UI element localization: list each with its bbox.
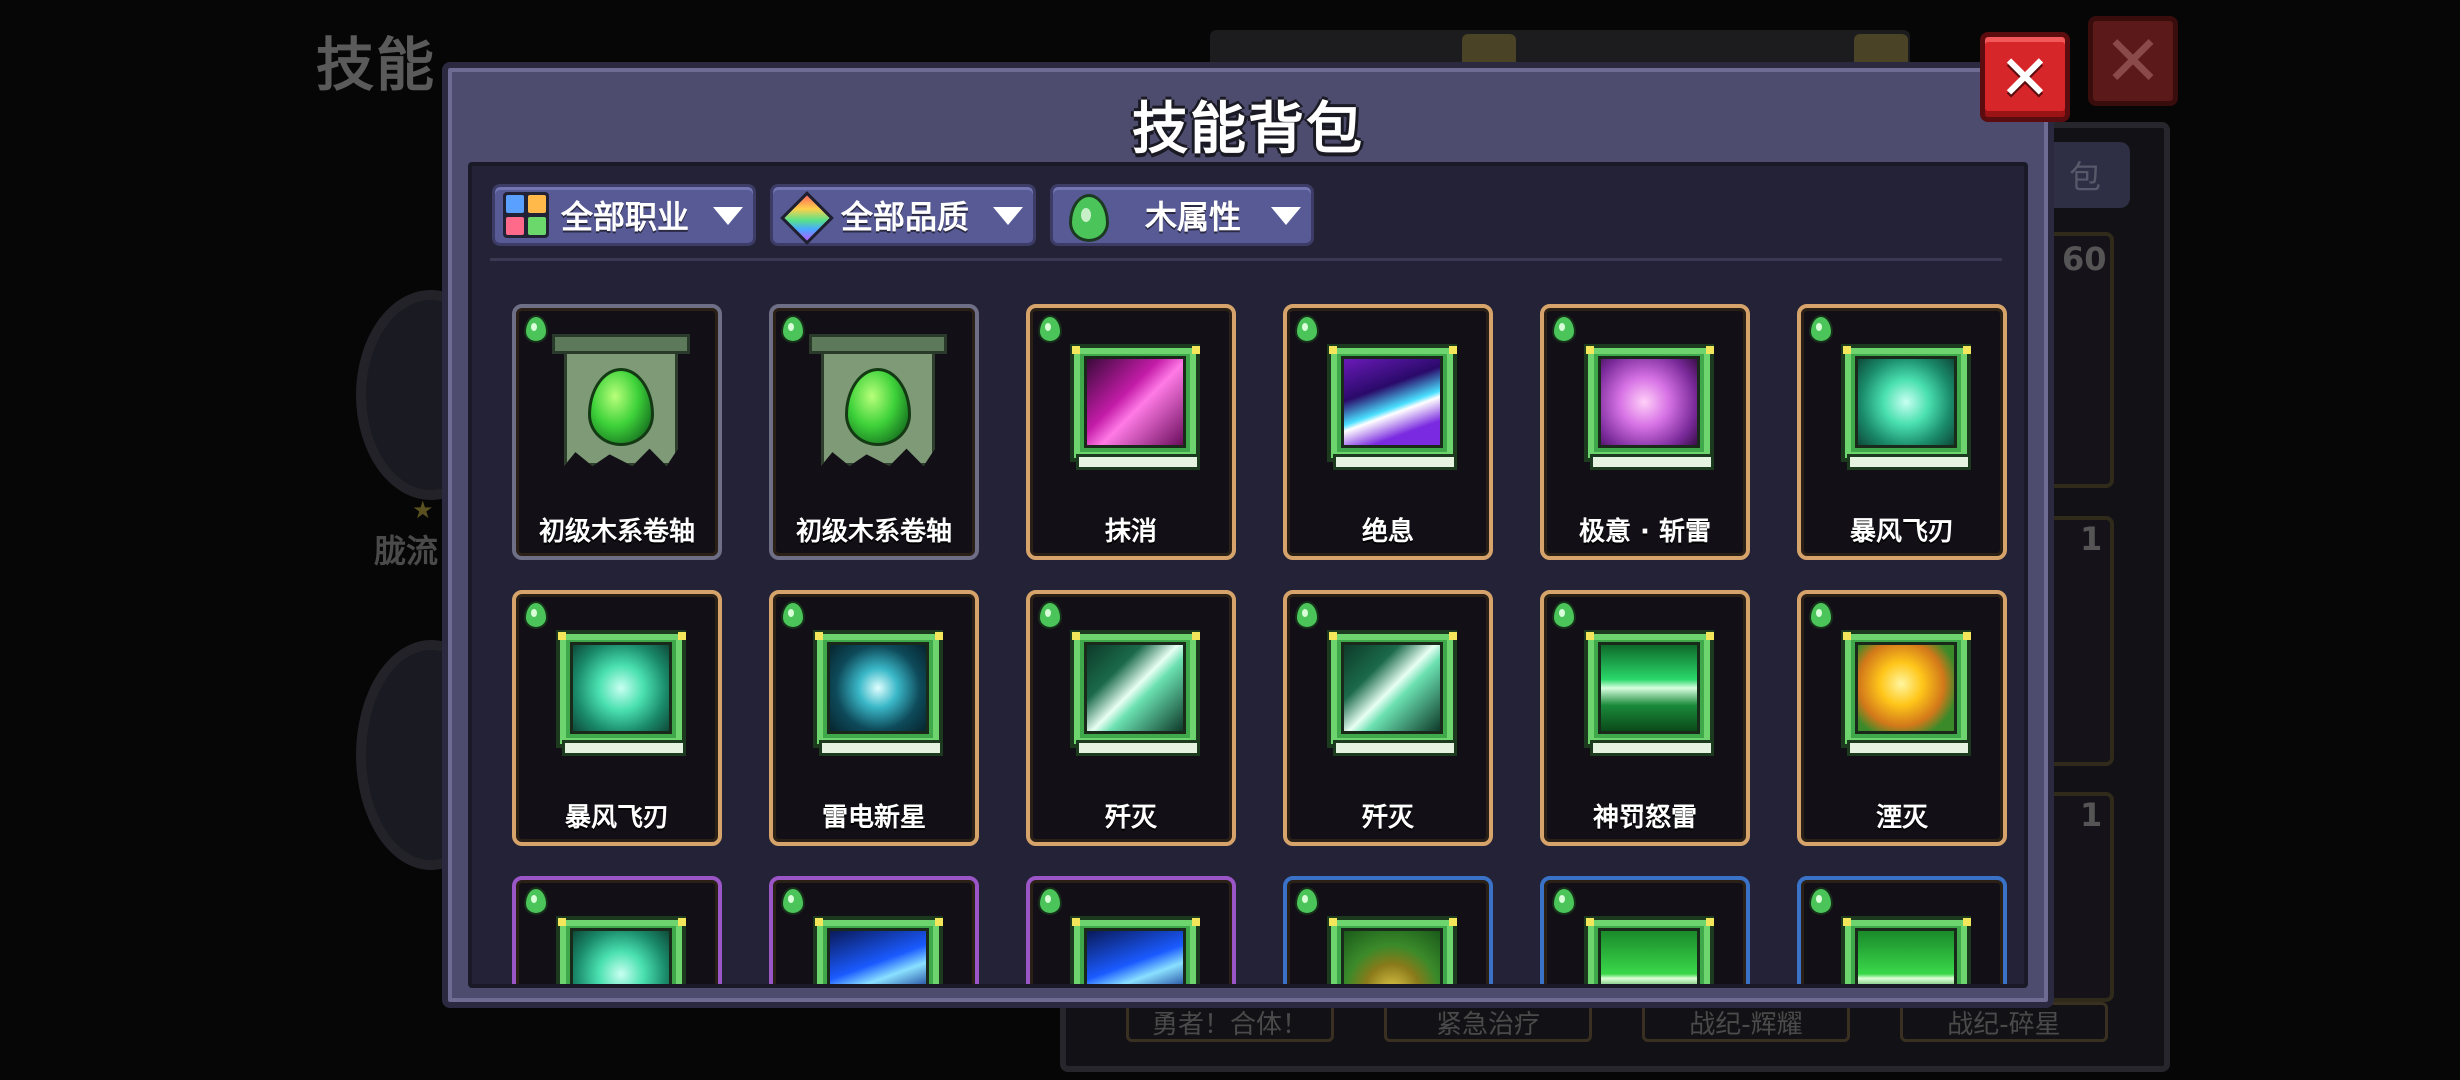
skill-bag-dialog: 技能背包 全部职业 全部品质 木属性 初级木系卷轴 初级木系卷轴 抹消 绝息 极意 · … (442, 62, 2054, 1008)
skill-book-icon (1327, 630, 1457, 758)
skill-card[interactable]: 歼灭 (1026, 590, 1236, 846)
skill-card[interactable]: 极意 · 斩雷 (1540, 304, 1750, 560)
skill-book-icon (556, 630, 686, 758)
skill-card[interactable]: 雷电新星 (769, 590, 979, 846)
chevron-down-icon (993, 207, 1023, 225)
background-count: 60 (2062, 240, 2107, 278)
skill-book-icon (1841, 630, 1971, 758)
skill-book-icon (813, 916, 943, 984)
wood-element-icon (1036, 886, 1062, 915)
skill-name: 歼灭 (1104, 803, 1157, 833)
skill-card[interactable]: 歼灭 (1283, 590, 1493, 846)
class-filter-label: 全部职业 (561, 198, 690, 236)
scroll-icon (809, 334, 947, 484)
skill-card[interactable] (769, 876, 979, 984)
class-grid-icon (503, 192, 549, 238)
wood-element-icon (1293, 314, 1319, 343)
wood-element-icon (522, 600, 548, 629)
skill-book-icon (1841, 344, 1971, 472)
skill-card[interactable]: 抹消 (1026, 304, 1236, 560)
background-skill-label: 紧急治疗 (1384, 1002, 1592, 1042)
skill-name: 暴风飞刃 (564, 803, 669, 833)
wood-element-icon (1061, 190, 1111, 242)
wood-element-icon (1293, 886, 1319, 915)
filter-divider (490, 258, 2002, 261)
skill-name: 湮灭 (1875, 803, 1928, 833)
wood-element-icon (522, 314, 548, 343)
element-filter-dropdown[interactable]: 木属性 (1050, 184, 1314, 246)
skill-book-icon (1584, 630, 1714, 758)
skill-book-icon (1327, 916, 1457, 984)
close-icon: ✕ (1999, 40, 2051, 114)
skill-book-icon (1070, 916, 1200, 984)
quality-filter-label: 全部品质 (841, 198, 970, 236)
skill-name: 歼灭 (1361, 803, 1414, 833)
background-skill-label: 战纪-辉耀 (1642, 1002, 1850, 1042)
wood-element-icon (1807, 886, 1833, 915)
skill-card[interactable] (512, 876, 722, 984)
close-button[interactable]: ✕ (1980, 32, 2070, 122)
skill-book-icon (1070, 344, 1200, 472)
skill-name: 神罚怒雷 (1592, 803, 1697, 833)
background-title: 技能 (316, 31, 437, 99)
dialog-title: 技能背包 (1132, 97, 1364, 162)
wood-element-icon (779, 314, 805, 343)
wood-element-icon (1550, 314, 1576, 343)
wood-element-icon (1036, 314, 1062, 343)
chevron-down-icon (1271, 207, 1301, 225)
wood-element-icon (779, 600, 805, 629)
background-skill-label: 战纪-碎星 (1900, 1002, 2108, 1042)
skill-card[interactable]: 初级木系卷轴 (769, 304, 979, 560)
wood-element-icon (1550, 600, 1576, 629)
wood-element-icon (1293, 600, 1319, 629)
scroll-icon (552, 334, 690, 484)
wood-element-icon (522, 886, 548, 915)
skill-card[interactable] (1283, 876, 1493, 984)
skill-name: 初级木系卷轴 (538, 517, 695, 547)
skill-card[interactable] (1797, 876, 2007, 984)
skill-card[interactable]: 绝息 (1283, 304, 1493, 560)
wood-element-icon (1807, 600, 1833, 629)
skill-book-icon (1841, 916, 1971, 984)
wood-element-icon (1550, 886, 1576, 915)
skill-card[interactable]: 暴风飞刃 (512, 590, 722, 846)
skill-book-icon (813, 630, 943, 758)
skill-name: 抹消 (1104, 517, 1157, 547)
skill-name: 极意 · 斩雷 (1579, 517, 1711, 547)
skill-name: 绝息 (1361, 517, 1414, 547)
background-character-name: 胧流 (374, 532, 439, 570)
quality-filter-dropdown[interactable]: 全部品质 (770, 184, 1036, 246)
chevron-down-icon (713, 207, 743, 225)
quality-diamond-icon (779, 190, 829, 240)
skill-bag-content[interactable]: 全部职业 全部品质 木属性 初级木系卷轴 初级木系卷轴 抹消 绝息 极意 · 斩雷 暴风飞… (468, 162, 2028, 988)
wood-element-icon (779, 886, 805, 915)
background-star-icon: ★ (412, 496, 434, 524)
skill-card[interactable] (1540, 876, 1750, 984)
skill-book-icon (1584, 916, 1714, 984)
skill-card[interactable]: 暴风飞刃 (1797, 304, 2007, 560)
wood-element-icon (1036, 600, 1062, 629)
background-count: 1 (2080, 520, 2103, 558)
skill-name: 雷电新星 (821, 803, 926, 833)
skill-name: 初级木系卷轴 (795, 517, 952, 547)
skill-card[interactable]: 湮灭 (1797, 590, 2007, 846)
skill-name: 暴风飞刃 (1849, 517, 1954, 547)
skill-book-icon (1584, 344, 1714, 472)
background-count: 1 (2080, 796, 2103, 834)
skill-book-icon (1327, 344, 1457, 472)
skill-card[interactable]: 神罚怒雷 (1540, 590, 1750, 846)
skill-card[interactable]: 初级木系卷轴 (512, 304, 722, 560)
element-filter-label: 木属性 (1145, 198, 1242, 236)
skill-book-icon (556, 916, 686, 984)
skill-card[interactable] (1026, 876, 1236, 984)
background-close-button: ✕ (2088, 16, 2178, 106)
skill-book-icon (1070, 630, 1200, 758)
class-filter-dropdown[interactable]: 全部职业 (492, 184, 756, 246)
background-skill-label: 勇者！合体！ (1126, 1002, 1334, 1042)
wood-element-icon (1807, 314, 1833, 343)
